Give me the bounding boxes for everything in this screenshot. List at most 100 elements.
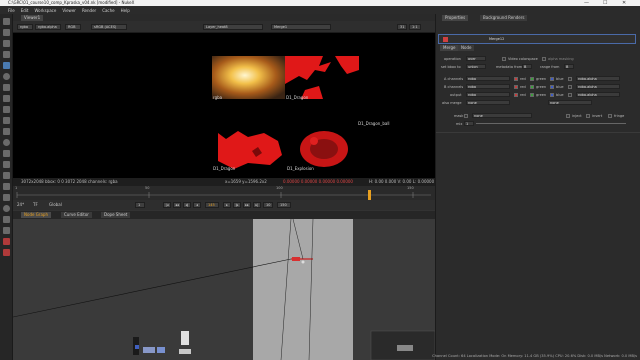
plugin-icon[interactable] <box>3 227 10 234</box>
tab-background-renders[interactable]: Background Renders <box>480 15 528 21</box>
layer-select[interactable]: rgba.alpha <box>35 24 61 30</box>
input-b-select[interactable]: Merge1 <box>271 24 331 30</box>
out-alpha-checkbox[interactable] <box>568 93 572 97</box>
read-node[interactable] <box>157 347 165 353</box>
out-green-checkbox[interactable] <box>530 93 534 97</box>
mask-select[interactable]: none <box>472 113 532 118</box>
mix-slider[interactable] <box>476 123 626 124</box>
ofx-icon[interactable] <box>3 205 10 212</box>
operation-select[interactable]: over <box>466 56 486 61</box>
channel-icon[interactable] <box>3 51 10 58</box>
tab-node[interactable]: Node <box>458 45 475 51</box>
tab-curve-editor[interactable]: Curve Editor <box>61 212 92 218</box>
range-select[interactable]: B <box>564 64 574 69</box>
invert-checkbox[interactable] <box>586 114 590 118</box>
deep-icon[interactable] <box>3 161 10 168</box>
play-backward-button[interactable]: ◂ <box>193 202 201 208</box>
other-icon[interactable] <box>3 183 10 190</box>
range-select[interactable]: Global <box>49 202 62 207</box>
prev-keyframe-button[interactable]: ◂◂ <box>173 202 181 208</box>
mask-checkbox[interactable] <box>464 114 468 118</box>
b-channels-select[interactable]: rgba <box>466 84 510 89</box>
menu-workspace[interactable]: Workspace <box>34 8 56 13</box>
a-alpha-checkbox[interactable] <box>568 77 572 81</box>
time-icon[interactable] <box>3 40 10 47</box>
furnace-icon[interactable] <box>3 194 10 201</box>
3d-icon[interactable] <box>3 117 10 124</box>
out-alpha-select[interactable]: rgba.alpha <box>576 92 620 97</box>
viewer-canvas[interactable]: rgba D1_Dragon D1_Dragon_ball D1_Dragon <box>13 33 435 178</box>
video-colorspace-checkbox[interactable] <box>502 57 506 61</box>
b-red-checkbox[interactable] <box>514 85 518 89</box>
b-alpha-select[interactable]: rgba.alpha <box>576 84 620 89</box>
output-select[interactable]: rgba <box>466 92 510 97</box>
play-forward-button[interactable]: ▸ <box>223 202 231 208</box>
also-merge-select-2[interactable]: none <box>548 100 592 105</box>
keyer-icon[interactable] <box>3 84 10 91</box>
playhead[interactable] <box>368 190 371 200</box>
text-node[interactable] <box>181 331 189 345</box>
channels-select[interactable]: rgba <box>17 24 33 30</box>
a-alpha-select[interactable]: rgba.alpha <box>576 76 620 81</box>
metadata-select[interactable]: B <box>522 64 532 69</box>
first-frame-button[interactable]: |◂ <box>163 202 171 208</box>
next-frame-button[interactable]: |▸ <box>233 202 241 208</box>
next-keyframe-button[interactable]: ▸▸ <box>243 202 251 208</box>
metadata-icon[interactable] <box>3 139 10 146</box>
filter-icon[interactable] <box>3 73 10 80</box>
a-green-checkbox[interactable] <box>530 77 534 81</box>
tab-merge[interactable]: Merge <box>440 45 459 51</box>
a-channels-select[interactable]: rgba <box>466 76 510 81</box>
cara-vr-icon[interactable] <box>3 238 10 245</box>
node-name[interactable]: Merge12 <box>489 37 504 41</box>
mix-value[interactable]: 1 <box>464 121 474 126</box>
menu-file[interactable]: File <box>8 8 15 13</box>
views-icon[interactable] <box>3 128 10 135</box>
last-frame-button[interactable]: ▸| <box>253 202 261 208</box>
fringe-checkbox[interactable] <box>608 114 612 118</box>
gizmo-icon[interactable] <box>3 216 10 223</box>
particles-icon[interactable] <box>3 150 10 157</box>
also-merge-select[interactable]: none <box>466 100 510 105</box>
timecode-toggle[interactable]: TF <box>33 202 38 207</box>
fps-value[interactable]: 24* <box>17 202 24 207</box>
zoom-select[interactable]: 31 <box>397 24 407 30</box>
set-bbox-select[interactable]: union <box>466 64 486 69</box>
timeline[interactable]: 1 50 100 150 <box>13 186 435 200</box>
tab-properties[interactable]: Properties <box>442 15 469 21</box>
out-blue-checkbox[interactable] <box>550 93 554 97</box>
transform-icon[interactable] <box>3 106 10 113</box>
toolsets-icon[interactable] <box>3 172 10 179</box>
prev-frame-button[interactable]: ◂| <box>183 202 191 208</box>
current-frame[interactable]: 145 <box>205 202 219 208</box>
menu-viewer[interactable]: Viewer <box>62 8 76 13</box>
tab-dope-sheet[interactable]: Dope Sheet <box>101 212 131 218</box>
step-value[interactable]: 10 <box>263 202 273 208</box>
b-alpha-checkbox[interactable] <box>568 85 572 89</box>
inject-checkbox[interactable] <box>566 114 570 118</box>
backdrop-node[interactable] <box>253 219 353 360</box>
tab-node-graph[interactable]: Node Graph <box>21 212 51 218</box>
alpha-masking-checkbox[interactable] <box>542 57 546 61</box>
menu-render[interactable]: Render <box>82 8 96 13</box>
read-node[interactable] <box>143 347 155 353</box>
draw-icon[interactable] <box>3 29 10 36</box>
start-frame[interactable]: 1 <box>135 202 145 208</box>
node-graph[interactable] <box>13 219 435 360</box>
display-select[interactable]: sRGB (ACES) <box>91 24 127 30</box>
merge-node[interactable] <box>292 257 300 261</box>
menu-cache[interactable]: Cache <box>102 8 114 13</box>
a-red-checkbox[interactable] <box>514 77 518 81</box>
b-blue-checkbox[interactable] <box>550 85 554 89</box>
frame-format-select[interactable]: 1:1 <box>409 24 421 30</box>
colorspace-select[interactable]: RGB <box>65 24 81 30</box>
end-frame[interactable]: 150 <box>277 202 291 208</box>
b-green-checkbox[interactable] <box>530 85 534 89</box>
merge-icon[interactable] <box>3 95 10 102</box>
write-node[interactable] <box>179 349 191 354</box>
color-icon[interactable] <box>3 62 10 69</box>
ocula-icon[interactable] <box>3 249 10 256</box>
out-red-checkbox[interactable] <box>514 93 518 97</box>
menu-help[interactable]: Help <box>121 8 130 13</box>
menu-edit[interactable]: Edit <box>21 8 29 13</box>
